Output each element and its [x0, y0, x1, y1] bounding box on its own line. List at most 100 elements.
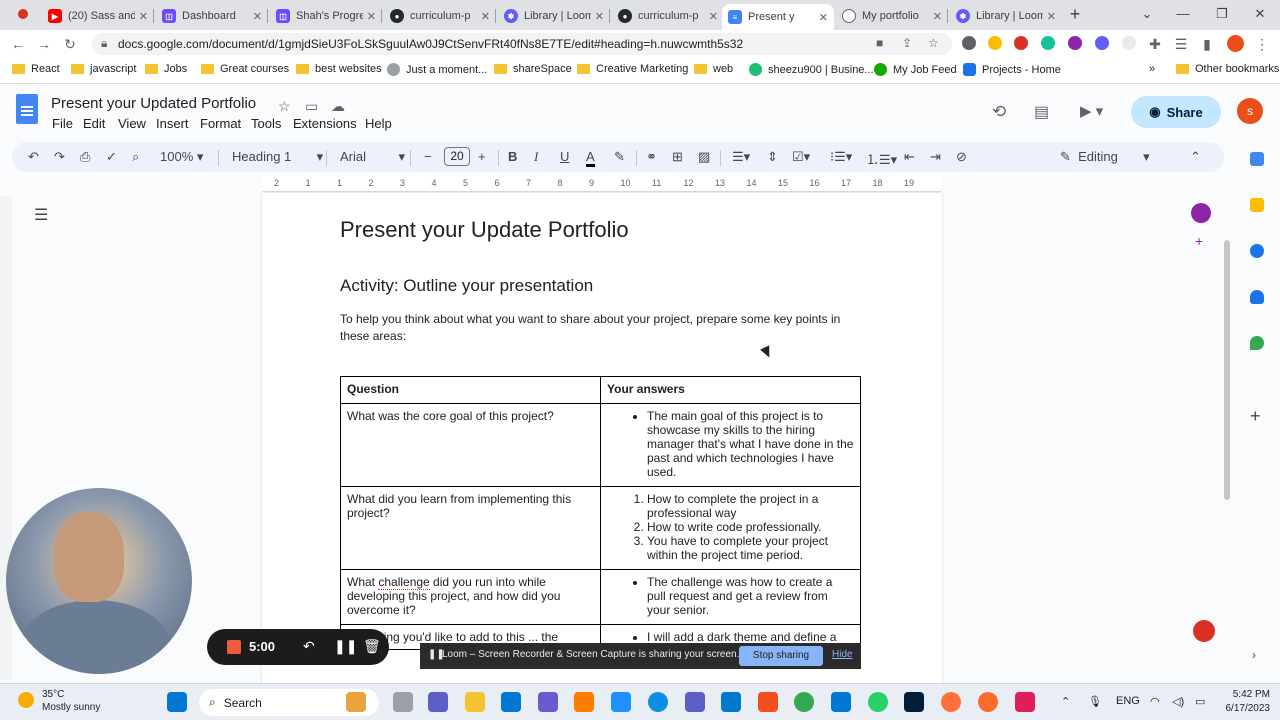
menu-format[interactable]: Format: [200, 116, 241, 131]
editing-mode-select[interactable]: ✎ Editing ▾: [1060, 149, 1150, 165]
close-icon[interactable]: ✕: [709, 10, 718, 23]
close-icon[interactable]: ✕: [819, 11, 828, 24]
side-panel-icon[interactable]: ▮: [1197, 34, 1217, 54]
notification-badge-icon[interactable]: [1193, 620, 1215, 642]
figma-icon[interactable]: [758, 692, 778, 712]
profile-avatar[interactable]: [1227, 35, 1244, 52]
add-comment-icon[interactable]: ⊞: [672, 149, 683, 165]
menu-edit[interactable]: Edit: [83, 116, 105, 131]
version-history-icon[interactable]: ⟲: [992, 102, 1006, 122]
account-avatar[interactable]: s: [1237, 98, 1263, 124]
webcam-bubble[interactable]: [6, 488, 192, 674]
question-cell[interactable]: What was the core goal of this project?: [340, 403, 601, 487]
bold-icon[interactable]: B: [508, 149, 517, 164]
font-select[interactable]: Arial ▾: [340, 149, 405, 165]
font-size-input[interactable]: 20: [444, 147, 470, 166]
more-bookmarks-icon[interactable]: »: [1149, 63, 1155, 75]
postman-icon[interactable]: [978, 692, 998, 712]
firefox-icon[interactable]: [941, 692, 961, 712]
bookmark-creative-marketing[interactable]: Creative Marketing: [577, 63, 688, 75]
paint-format-icon[interactable]: ⌕: [132, 149, 139, 165]
keep-icon[interactable]: [1250, 198, 1264, 212]
questions-table[interactable]: Question Your answers What was the core …: [340, 376, 861, 650]
back-icon[interactable]: ←: [8, 34, 28, 54]
weather-widget[interactable]: 35°C Mostly sunny: [42, 688, 100, 714]
reading-list-icon[interactable]: ☰: [1171, 34, 1191, 54]
restart-icon[interactable]: ↶: [303, 638, 315, 655]
answer-cell[interactable]: How to complete the project in a profess…: [600, 486, 861, 570]
stop-sharing-button[interactable]: Stop sharing: [739, 646, 823, 666]
extension-multicolor-icon[interactable]: [988, 36, 1002, 50]
extension-purple-icon[interactable]: [1068, 36, 1082, 50]
question-cell[interactable]: What did you learn from implementing thi…: [340, 486, 601, 570]
tab-search-icon[interactable]: ⌄: [1132, 4, 1162, 24]
answer-cell[interactable]: The challenge was how to create a pull r…: [600, 569, 861, 625]
new-tab-button[interactable]: +: [1060, 4, 1090, 24]
battery-icon[interactable]: ▭: [1195, 695, 1205, 708]
wifi-icon[interactable]: ◠: [1150, 695, 1160, 708]
answer-cell[interactable]: The main goal of this project is to show…: [600, 403, 861, 487]
stop-recording-button[interactable]: [227, 640, 241, 654]
bookmark-projects-home[interactable]: Projects - Home: [963, 63, 1061, 76]
text-color-icon[interactable]: A: [586, 149, 595, 167]
photoshop-icon[interactable]: [904, 692, 924, 712]
bookmark-web[interactable]: web: [694, 63, 733, 75]
language-indicator[interactable]: ENG: [1116, 695, 1140, 707]
cloud-status-icon[interactable]: ☁: [331, 98, 345, 115]
bookmark-fiverr[interactable]: sheezu900 | Busine...: [749, 63, 874, 76]
style-select[interactable]: Heading 1 ▾: [232, 149, 323, 165]
illustrator-icon[interactable]: [574, 692, 594, 712]
contacts-icon[interactable]: [1250, 290, 1264, 304]
star-icon[interactable]: ☆: [278, 98, 291, 115]
insert-image-icon[interactable]: ▨: [698, 149, 710, 165]
camera-icon[interactable]: ■: [876, 36, 883, 50]
zoom-select[interactable]: 100% ▾: [160, 149, 203, 165]
document-page[interactable]: Present your Update Portfolio Activity: …: [262, 193, 942, 683]
highlight-icon[interactable]: ✎: [614, 149, 625, 165]
pause-icon[interactable]: ❚❚: [334, 638, 357, 655]
document-outline-icon[interactable]: ☰: [34, 205, 48, 225]
share-page-icon[interactable]: ⇪: [902, 36, 912, 50]
extensions-puzzle-icon[interactable]: ✚: [1145, 34, 1165, 54]
chrome-icon[interactable]: [794, 692, 814, 712]
loom-extension-icon[interactable]: [1095, 36, 1109, 50]
hide-banner-link[interactable]: Hide: [832, 649, 853, 660]
delete-icon[interactable]: 🗑︎: [363, 638, 381, 655]
tab-loom-library-1[interactable]: ✱ Library | Loom ✕: [498, 4, 610, 28]
link-icon[interactable]: ⚭: [646, 149, 657, 165]
maps-icon[interactable]: [1250, 336, 1264, 350]
spellcheck-icon[interactable]: ✓: [106, 149, 117, 165]
undo-icon[interactable]: ↶: [28, 149, 39, 165]
close-icon[interactable]: ✕: [1047, 10, 1056, 23]
close-icon[interactable]: ✕: [139, 10, 148, 23]
bookmark-react[interactable]: React: [12, 63, 60, 75]
menu-view[interactable]: View: [118, 116, 146, 131]
print-icon[interactable]: ⎙: [80, 149, 90, 165]
bookmark-just-a-moment[interactable]: Just a moment...: [387, 63, 487, 76]
increase-indent-icon[interactable]: ⇥: [930, 149, 941, 165]
vscode-icon[interactable]: [721, 692, 741, 712]
reload-icon[interactable]: ↻: [60, 34, 80, 54]
grammarly-icon[interactable]: [1041, 36, 1055, 50]
store-icon[interactable]: [501, 692, 521, 712]
question-cell[interactable]: What challenge did you run into while de…: [340, 569, 601, 625]
bookmark-star-icon[interactable]: ☆: [928, 36, 939, 50]
bookmark-jobs[interactable]: Jobs: [145, 63, 187, 75]
menu-tools[interactable]: Tools: [251, 116, 281, 131]
tab-progress[interactable]: ◫ Shah's Progre ✕: [270, 4, 382, 28]
forward-icon[interactable]: →: [34, 34, 54, 54]
numbered-list-icon[interactable]: ⒈☰▾: [866, 149, 897, 168]
clear-formatting-icon[interactable]: ⊘: [956, 149, 967, 165]
close-icon[interactable]: ✕: [595, 10, 604, 23]
search-highlight-icon[interactable]: [346, 692, 366, 712]
move-folder-icon[interactable]: ▭: [305, 98, 318, 115]
address-bar[interactable]: 🔒︎ docs.google.com/document/d/1gmjdSieU3…: [92, 33, 952, 55]
teams-icon[interactable]: [685, 692, 705, 712]
intro-paragraph[interactable]: To help you think about what you want to…: [340, 311, 860, 345]
bookmark-best-websites[interactable]: best websites: [296, 63, 382, 75]
google-docs-logo-icon[interactable]: [16, 94, 38, 124]
minimize-button[interactable]: —: [1168, 4, 1198, 24]
bookmark-javascript[interactable]: javascript: [71, 63, 136, 75]
bookmark-sharespace[interactable]: shareSpace: [494, 63, 572, 75]
tray-overflow-icon[interactable]: ⌃: [1061, 695, 1070, 708]
